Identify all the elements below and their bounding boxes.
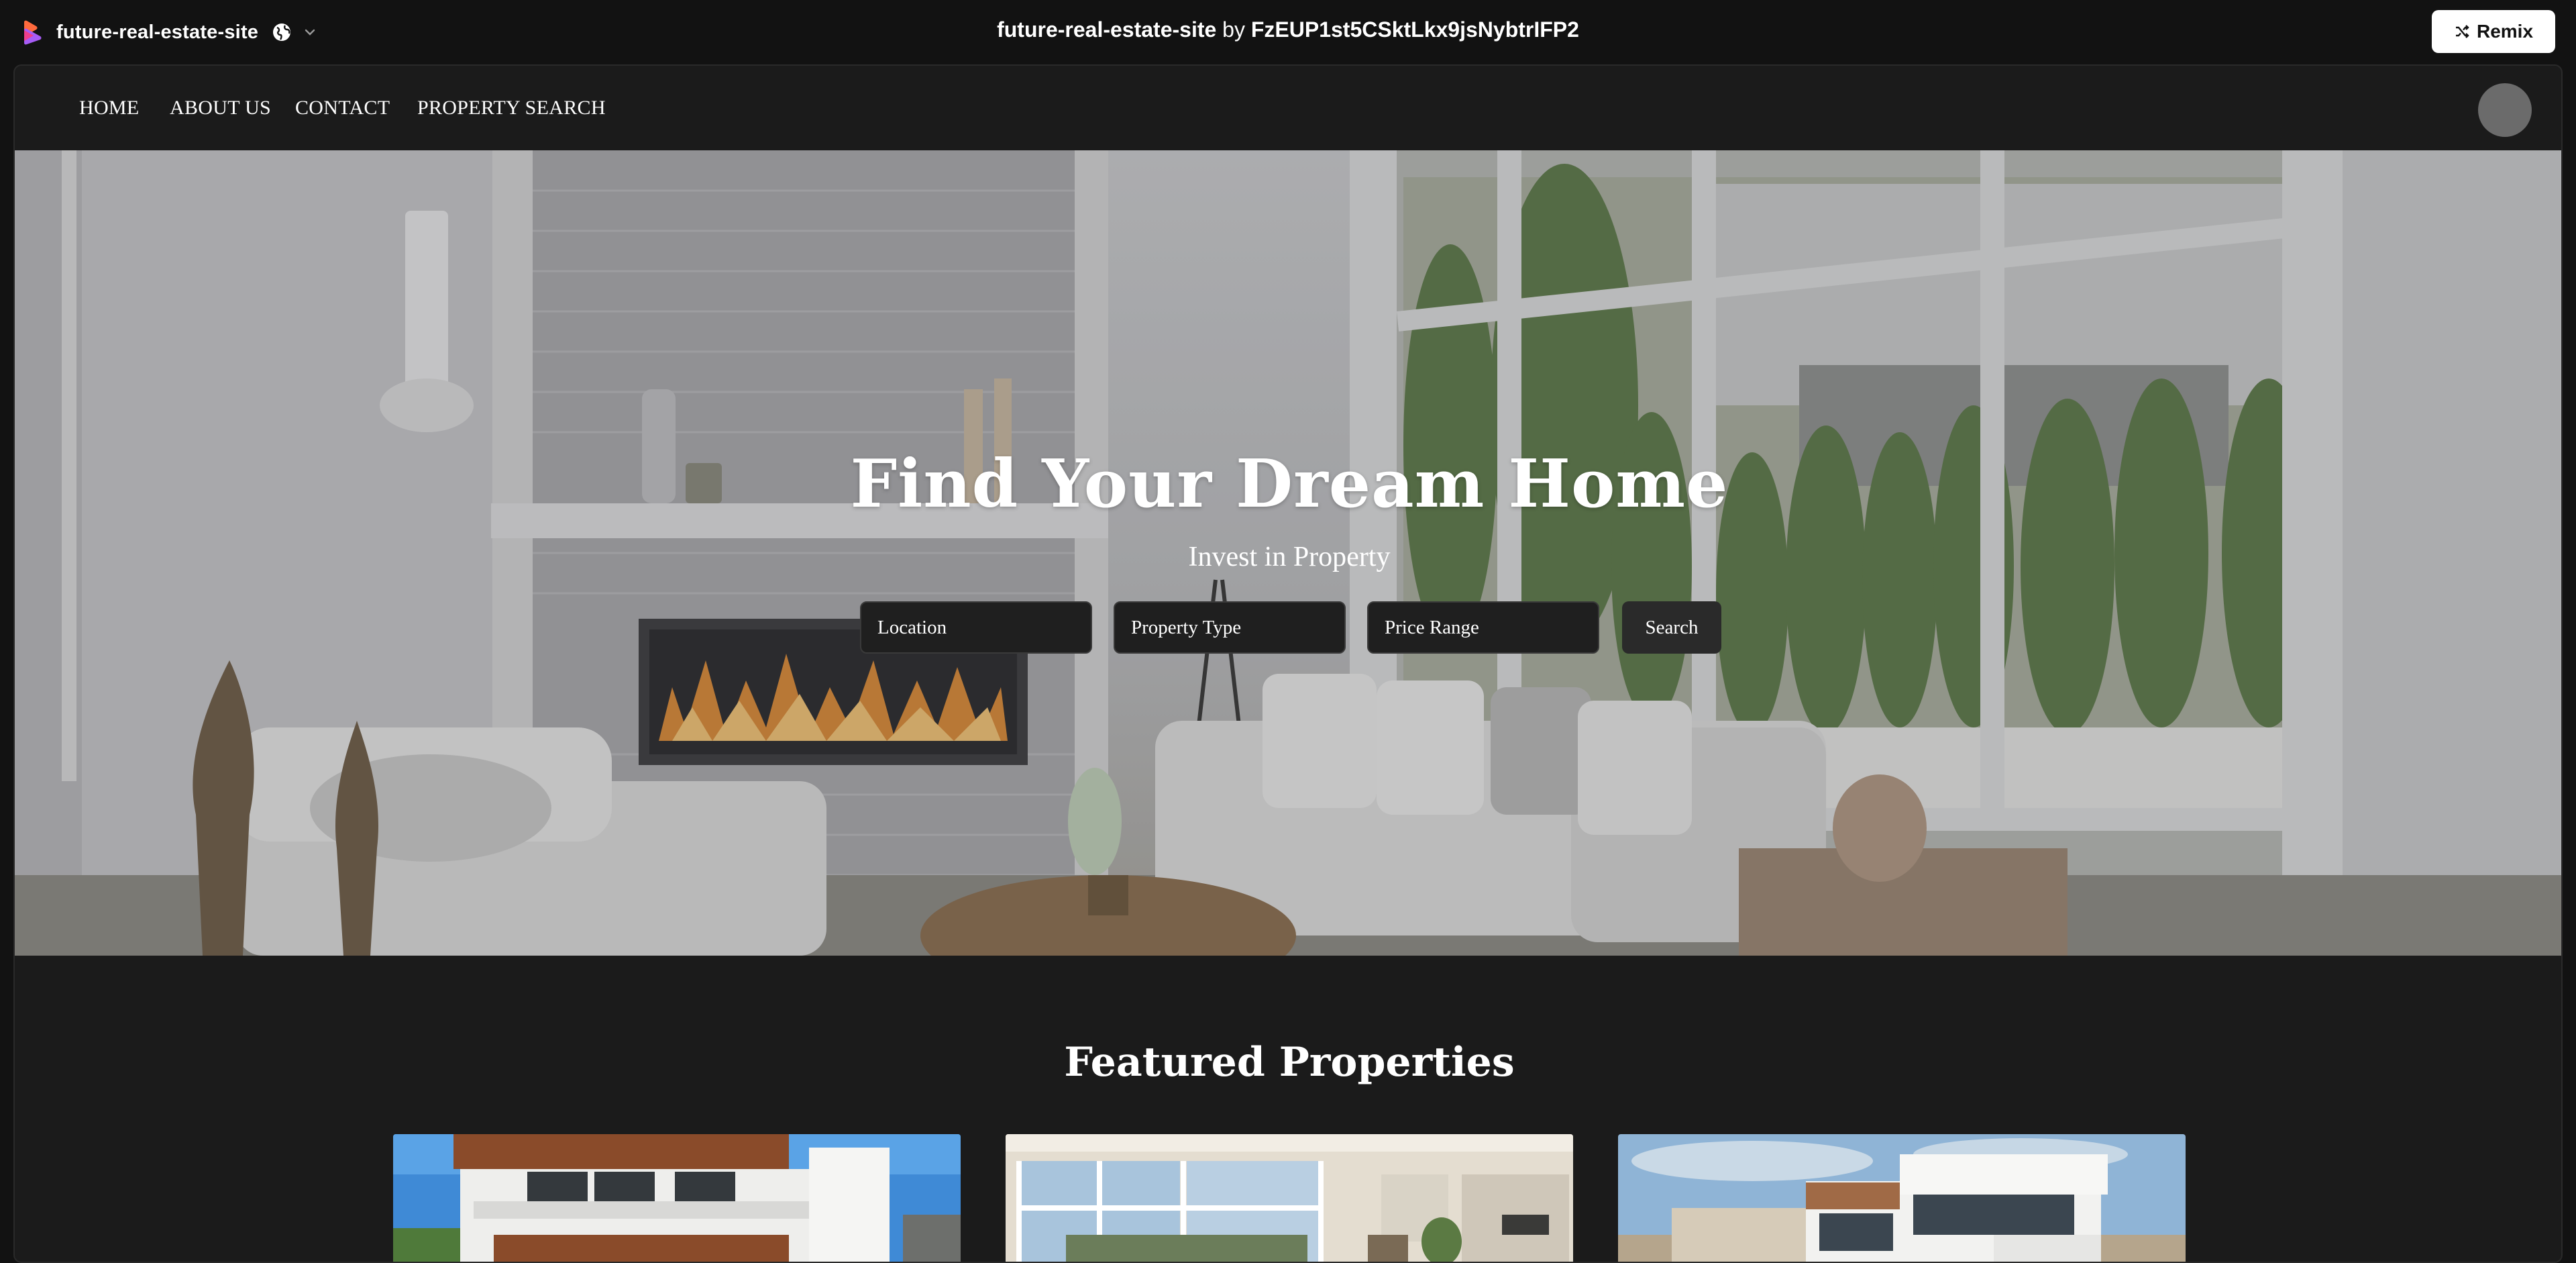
page-title: future-real-estate-site by FzEUP1st5CSkt… <box>0 17 2576 42</box>
title-project: future-real-estate-site <box>997 17 1217 42</box>
user-avatar[interactable] <box>2478 83 2532 137</box>
property-image <box>1006 1134 1573 1262</box>
location-field[interactable]: Location <box>860 601 1092 654</box>
app-top-bar: future-real-estate-site future-real-esta… <box>0 0 2576 64</box>
price-range-placeholder: Price Range <box>1385 616 1479 638</box>
hero-title: Find Your Dream Home <box>850 446 1729 523</box>
nav-contact[interactable]: CONTACT <box>295 97 390 119</box>
remix-button[interactable]: Remix <box>2432 10 2555 53</box>
remix-label: Remix <box>2476 21 2534 42</box>
featured-properties-heading: Featured Properties <box>1064 1039 1515 1086</box>
shuffle-icon <box>2455 25 2469 38</box>
search-button[interactable]: Search <box>1622 601 1721 654</box>
property-type-field[interactable]: Property Type <box>1114 601 1346 654</box>
site-preview: HOME ABOUT US CONTACT PROPERTY SEARCH Fi… <box>13 64 2563 1263</box>
property-type-placeholder: Property Type <box>1131 616 1242 638</box>
title-by: by <box>1222 17 1245 42</box>
property-card[interactable] <box>393 1134 961 1262</box>
site-navigation: HOME ABOUT US CONTACT PROPERTY SEARCH <box>15 66 2561 150</box>
property-card[interactable] <box>1006 1134 1573 1262</box>
hero-subtitle: Invest in Property <box>1188 542 1391 572</box>
location-placeholder: Location <box>877 616 947 638</box>
nav-property-search[interactable]: PROPERTY SEARCH <box>417 97 606 119</box>
nav-home[interactable]: HOME <box>79 97 140 119</box>
title-author: FzEUP1st5CSktLkx9jsNybtrIFP2 <box>1250 17 1579 42</box>
property-card[interactable] <box>1618 1134 2186 1262</box>
property-image <box>1618 1134 2186 1262</box>
hero-section: Find Your Dream Home Invest in Property … <box>15 150 2561 956</box>
property-image <box>393 1134 961 1262</box>
nav-about-us[interactable]: ABOUT US <box>170 97 271 119</box>
price-range-field[interactable]: Price Range <box>1367 601 1599 654</box>
